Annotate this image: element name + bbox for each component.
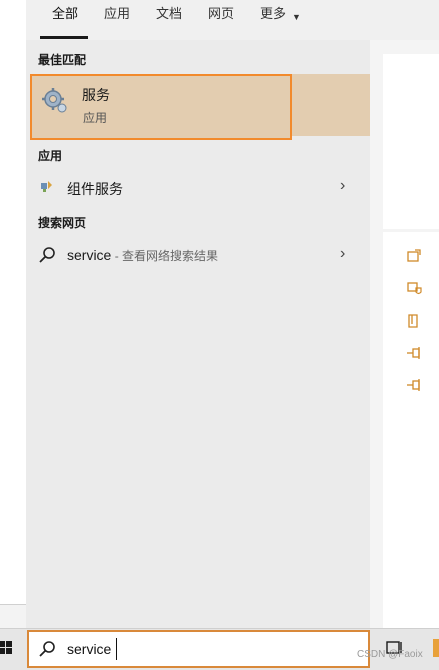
tab-active-indicator [40, 36, 88, 39]
services-gear-icon [42, 88, 67, 113]
open-icon[interactable] [406, 248, 424, 264]
chevron-right-icon[interactable]: › [340, 245, 345, 263]
section-header-web: 搜索网页 [38, 216, 87, 230]
tab-all[interactable]: 全部 [52, 6, 78, 22]
open-file-location-icon[interactable] [406, 312, 424, 330]
best-match-item[interactable] [30, 74, 292, 140]
desktop-strip [0, 0, 27, 628]
web-result-label: service - 查看网络搜索结果 [67, 247, 218, 264]
pin-to-start-icon[interactable] [406, 346, 424, 360]
best-match-title: 服务 [82, 87, 110, 103]
tab-more[interactable]: 更多 [260, 6, 286, 22]
best-match-subtitle: 应用 [83, 111, 108, 125]
web-result-query: service [67, 247, 112, 263]
tab-documents[interactable]: 文档 [156, 6, 182, 22]
section-header-apps: 应用 [38, 149, 63, 163]
web-result-suffix: - 查看网络搜索结果 [111, 249, 219, 263]
tab-web[interactable]: 网页 [208, 6, 234, 22]
windows-start-icon[interactable] [0, 640, 12, 656]
best-match-highlight-extension [292, 74, 370, 136]
pin-to-taskbar-icon[interactable] [406, 378, 424, 392]
watermark-text: CSDN @Faoix [357, 649, 423, 660]
tab-apps[interactable]: 应用 [104, 6, 130, 22]
chevron-down-icon[interactable]: ▼ [292, 12, 301, 22]
preview-actions [383, 232, 439, 628]
run-as-admin-icon[interactable] [406, 280, 424, 296]
taskbar-app-icon[interactable] [433, 639, 439, 657]
chevron-right-icon[interactable]: › [340, 177, 345, 195]
component-services-icon [41, 181, 52, 192]
search-icon [39, 247, 55, 263]
search-filter-tabs: 全部 应用 文档 网页 更多 ▼ [26, 0, 439, 40]
preview-card [383, 54, 439, 229]
app-result-label: 组件服务 [67, 181, 123, 197]
search-input[interactable]: service [67, 641, 111, 657]
text-caret [116, 638, 117, 660]
search-icon [39, 641, 55, 657]
desktop-strip-bottom [0, 604, 26, 629]
section-header-best-match: 最佳匹配 [38, 53, 87, 67]
